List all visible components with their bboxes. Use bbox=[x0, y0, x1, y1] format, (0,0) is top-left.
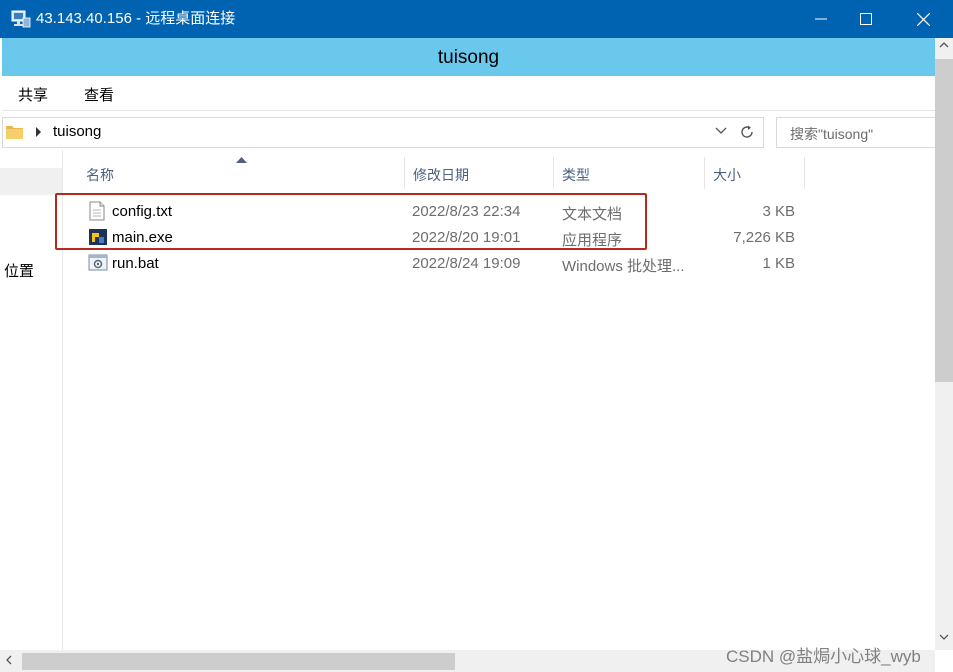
maximize-icon bbox=[859, 13, 872, 25]
file-row[interactable]: run.bat 2022/8/24 19:09 Windows 批处理... 1… bbox=[80, 250, 805, 276]
tab-share[interactable]: 共享 bbox=[18, 84, 48, 105]
scroll-down-icon[interactable] bbox=[939, 634, 949, 640]
file-name: run.bat bbox=[112, 255, 159, 272]
nav-item-location[interactable]: 位置 bbox=[4, 260, 34, 281]
chevron-right-icon[interactable] bbox=[35, 127, 43, 137]
remote-desktop-icon bbox=[11, 10, 31, 28]
nav-selected-item[interactable] bbox=[0, 168, 62, 195]
refresh-icon[interactable] bbox=[739, 124, 755, 140]
close-button[interactable] bbox=[897, 0, 950, 38]
horizontal-scroll-thumb[interactable] bbox=[22, 653, 455, 670]
column-header-date[interactable]: 修改日期 bbox=[405, 157, 554, 189]
batch-file-icon bbox=[88, 254, 108, 271]
search-placeholder: 搜索"tuisong" bbox=[790, 126, 874, 142]
close-icon bbox=[917, 12, 930, 26]
window-title: 43.143.40.156 - 远程桌面连接 bbox=[36, 10, 236, 27]
maximize-button[interactable] bbox=[839, 0, 892, 38]
vertical-scroll-thumb[interactable] bbox=[935, 59, 953, 382]
remote-desktop-titlebar: 43.143.40.156 - 远程桌面连接 bbox=[0, 0, 953, 38]
file-size: 3 KB bbox=[762, 203, 795, 220]
explorer-titlebar: tuisong bbox=[2, 38, 935, 76]
minimize-icon bbox=[814, 18, 827, 20]
address-bar[interactable]: tuisong bbox=[2, 117, 764, 148]
file-date: 2022/8/24 19:09 bbox=[412, 255, 521, 272]
column-header-type[interactable]: 类型 bbox=[554, 157, 705, 189]
ribbon: 共享 查看 bbox=[2, 76, 935, 111]
navigation-pane: 位置 bbox=[0, 150, 63, 650]
tab-view[interactable]: 查看 bbox=[84, 84, 114, 105]
sort-ascending-icon bbox=[236, 157, 247, 163]
scroll-left-icon[interactable] bbox=[6, 655, 12, 665]
highlight-annotation-box bbox=[55, 193, 647, 250]
file-type: Windows 批处理... bbox=[562, 258, 685, 275]
folder-icon bbox=[6, 126, 23, 139]
column-header-size[interactable]: 大小 bbox=[705, 157, 805, 189]
search-input[interactable]: 搜索"tuisong" bbox=[776, 117, 948, 148]
watermark: CSDN @盐焗小心球_wyb bbox=[726, 647, 921, 666]
explorer-title: tuisong bbox=[437, 47, 500, 68]
chevron-down-icon[interactable] bbox=[715, 127, 727, 135]
file-size: 1 KB bbox=[762, 255, 795, 272]
address-path: tuisong bbox=[53, 123, 102, 140]
file-size: 7,226 KB bbox=[733, 229, 795, 246]
scroll-up-icon[interactable] bbox=[939, 42, 949, 48]
